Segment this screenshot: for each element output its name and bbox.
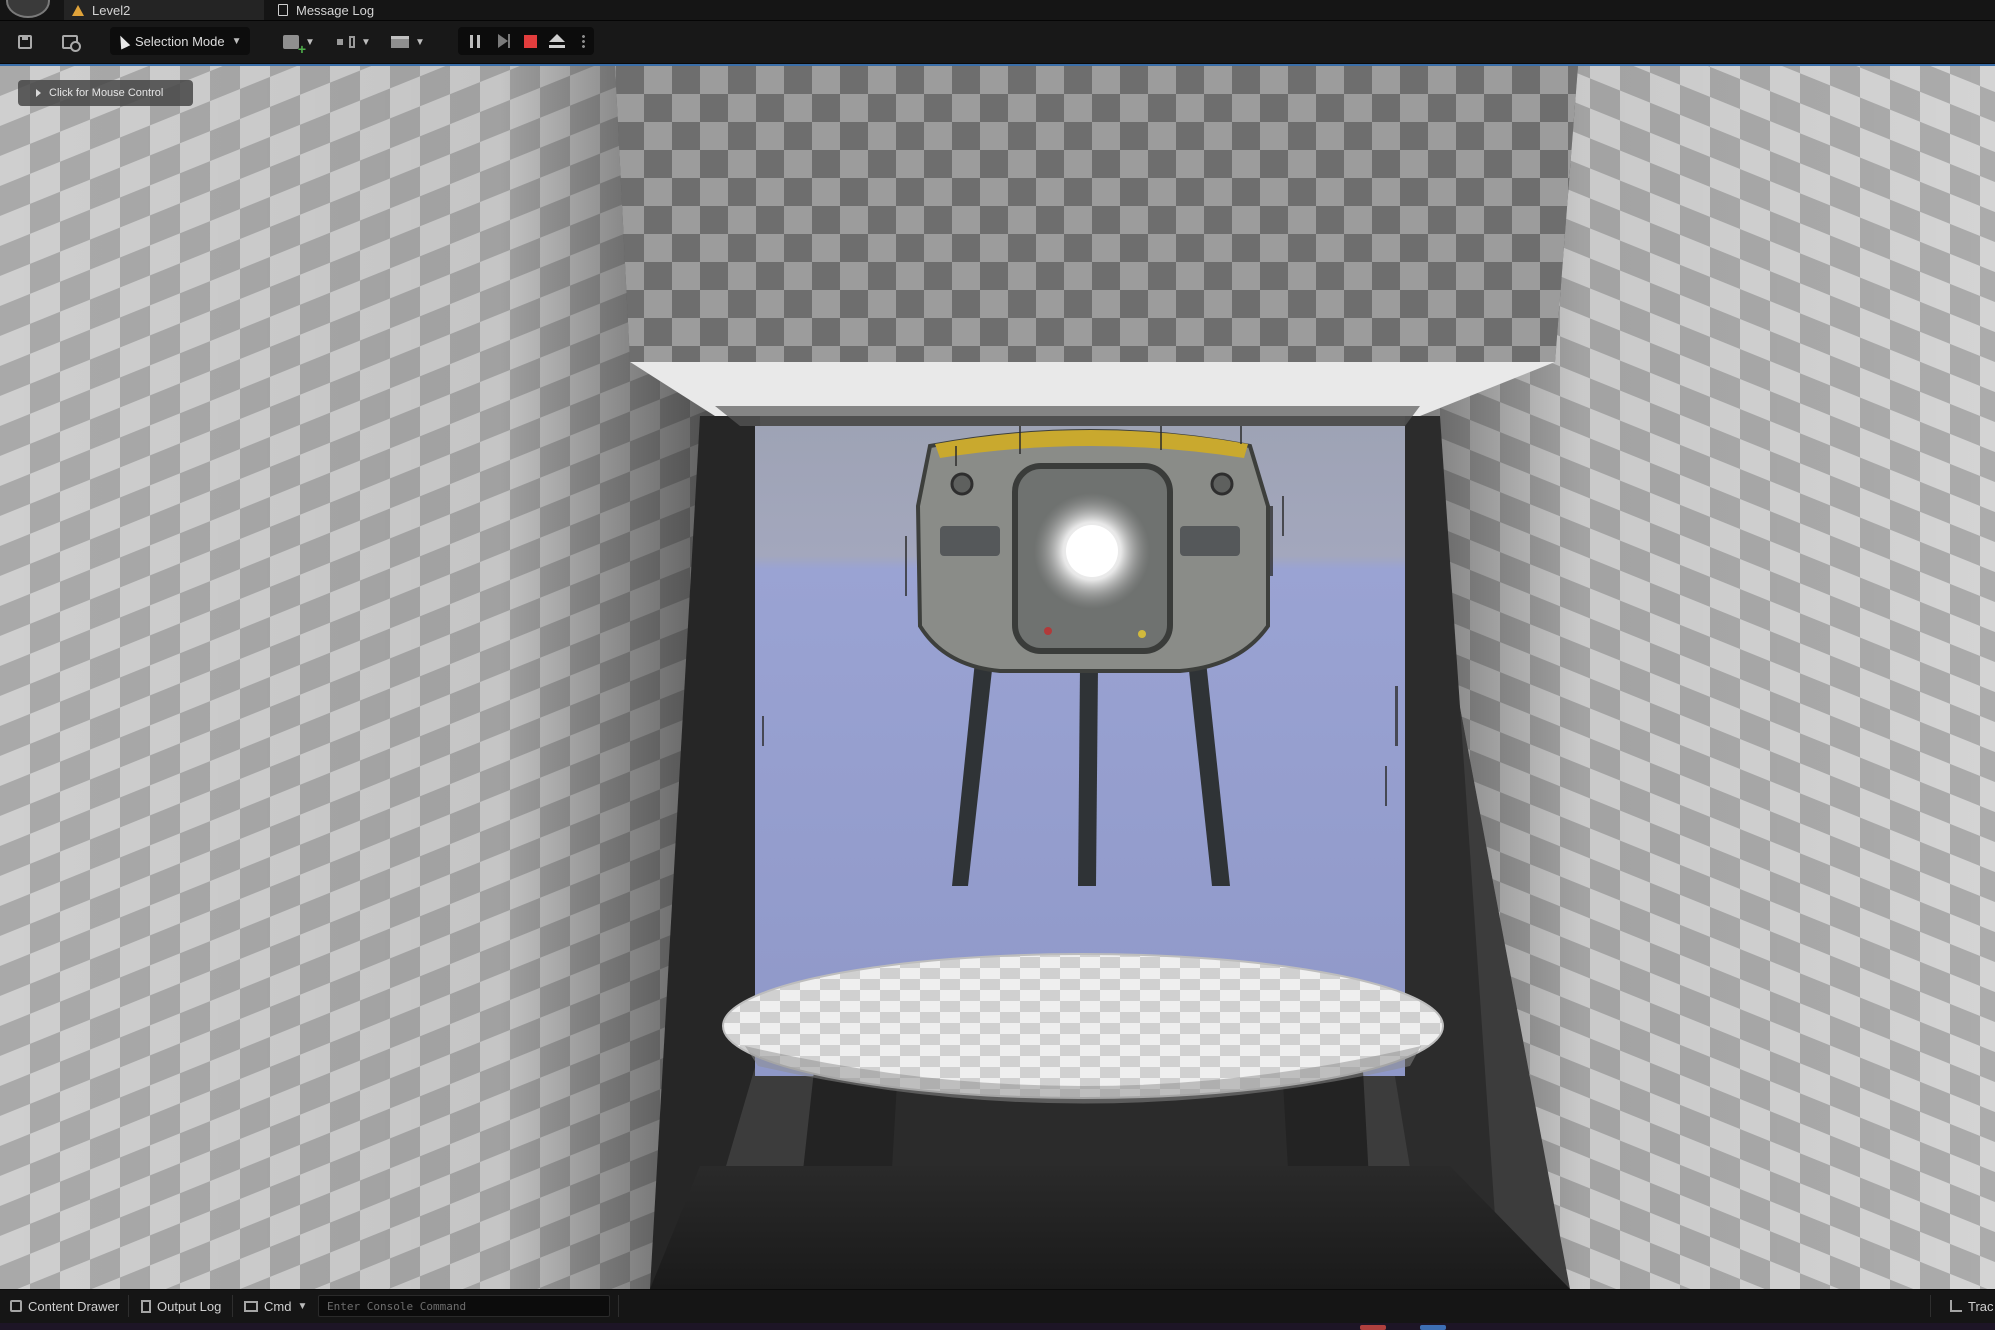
clapperboard-icon	[391, 36, 410, 48]
chevron-down-icon: ▼	[415, 36, 425, 48]
browse-content-button[interactable]	[58, 32, 82, 52]
taskbar-app-icon[interactable]	[1420, 1325, 1446, 1330]
tab-bar: Level2 Message Log	[0, 0, 1995, 21]
add-actor-button[interactable]: ▼	[280, 32, 318, 57]
chevron-down-icon: ▼	[297, 1300, 308, 1312]
blueprints-button[interactable]: ▼	[334, 32, 374, 52]
status-divider	[1930, 1295, 1931, 1317]
ceiling-surface	[615, 66, 1578, 362]
cursor-icon	[115, 32, 131, 50]
chevron-down-icon: ▼	[231, 35, 242, 47]
tab-level2[interactable]: Level2	[64, 0, 264, 20]
selection-mode-dropdown[interactable]: Selection Mode ▼	[110, 27, 250, 55]
status-divider	[232, 1295, 233, 1317]
cmd-label: Cmd	[264, 1298, 292, 1314]
status-divider	[618, 1295, 619, 1317]
chevron-down-icon: ▼	[305, 36, 315, 48]
blueprint-icon	[337, 36, 356, 48]
content-drawer-label: Content Drawer	[28, 1298, 120, 1314]
os-taskbar	[0, 1323, 1995, 1330]
tab-message-log[interactable]: Message Log	[272, 0, 374, 20]
step-icon[interactable]	[498, 34, 510, 48]
content-drawer-icon	[10, 1300, 22, 1312]
chevron-down-icon: ▼	[361, 36, 371, 48]
tab-message-log-label: Message Log	[296, 2, 375, 18]
pause-icon[interactable]	[470, 35, 480, 48]
unreal-logo-icon[interactable]	[6, 0, 50, 18]
floor	[650, 1166, 1570, 1289]
stop-icon[interactable]	[524, 35, 537, 48]
output-log-label: Output Log	[157, 1298, 222, 1314]
cinematics-button[interactable]: ▼	[388, 32, 428, 52]
mouse-control-label: Click for Mouse Control	[49, 87, 164, 99]
output-log-button[interactable]: Output Log	[141, 1289, 221, 1323]
playback-controls	[458, 27, 594, 55]
robot-leg-center	[1078, 666, 1098, 886]
warning-icon	[72, 4, 84, 16]
tab-level2-label: Level2	[92, 2, 131, 18]
trace-button[interactable]: Trac	[1950, 1289, 1994, 1323]
selection-mode-label: Selection Mode	[135, 33, 225, 49]
viewport-scene	[0, 66, 1995, 1289]
save-icon	[18, 35, 32, 49]
mouse-control-hint[interactable]: Click for Mouse Control	[18, 80, 193, 106]
level-viewport[interactable]: Click for Mouse Control	[0, 64, 1995, 1289]
document-icon	[278, 4, 288, 16]
trace-icon	[1950, 1300, 1962, 1312]
content-drawer-button[interactable]: Content Drawer	[10, 1289, 119, 1323]
output-log-icon	[141, 1299, 151, 1313]
taskbar-app-icon[interactable]	[1360, 1325, 1386, 1330]
add-actor-icon	[283, 35, 306, 57]
play-icon	[36, 89, 41, 97]
browse-icon	[62, 35, 81, 52]
terminal-icon	[244, 1300, 258, 1312]
eject-icon[interactable]	[549, 34, 565, 48]
save-button[interactable]	[14, 32, 36, 52]
more-options-icon[interactable]	[582, 34, 585, 49]
cmd-dropdown[interactable]: Cmd ▼	[244, 1289, 307, 1323]
trace-label: Trac	[1968, 1298, 1994, 1314]
console-command-input[interactable]	[318, 1295, 610, 1317]
status-divider	[128, 1295, 129, 1317]
